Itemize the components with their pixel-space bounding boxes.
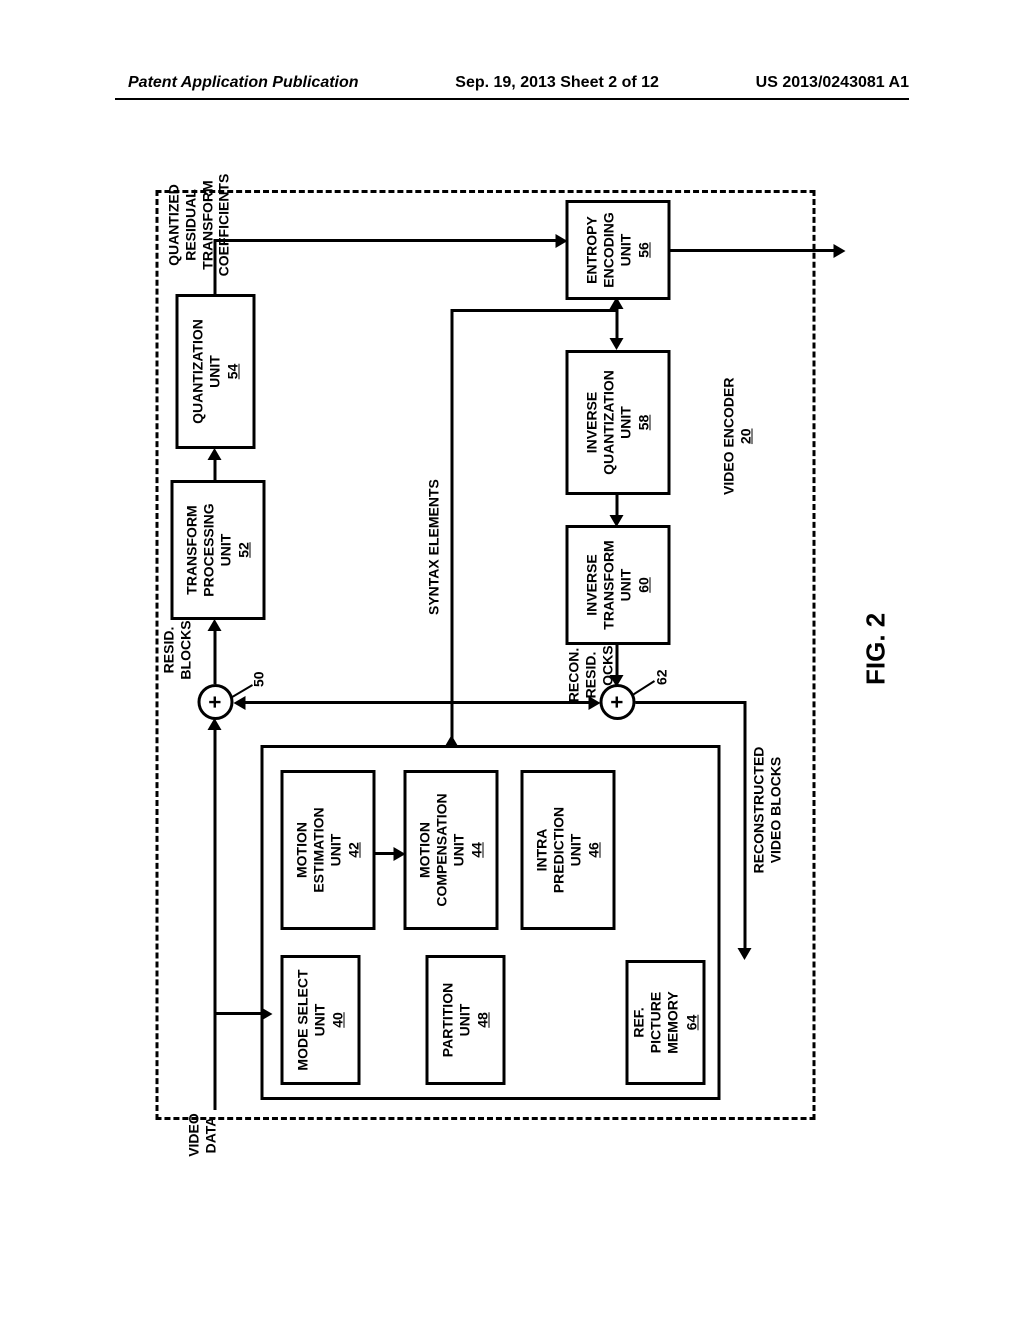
page-header: Patent Application Publication Sep. 19, …	[0, 74, 1024, 92]
line	[450, 309, 615, 312]
intra-prediction-unit-block: INTRA PREDICTION UNIT 46	[520, 770, 615, 930]
block-num: 42	[345, 842, 362, 858]
block-text: TRANSFORM	[183, 505, 200, 594]
arrow-head	[833, 244, 845, 258]
label-resid-blocks: RESID. BLOCKS	[160, 610, 194, 690]
block-num: 58	[635, 415, 652, 431]
arrow-head	[609, 297, 623, 309]
partition-unit-block: PARTITION UNIT 48	[425, 955, 505, 1085]
motion-estimation-unit-block: MOTION ESTIMATION UNIT 42	[280, 770, 375, 930]
block-text: QUANTIZATION	[189, 319, 206, 424]
block-text: UNIT	[617, 234, 634, 267]
header-left: Patent Application Publication	[128, 74, 359, 92]
arrow-input	[213, 730, 216, 1110]
block-text: MOTION	[416, 822, 433, 878]
label-video-data: VIDEO DATA	[185, 1105, 219, 1165]
block-num: 52	[235, 542, 252, 558]
line	[615, 645, 618, 677]
block-text: QUANTIZATION	[600, 370, 617, 475]
line	[375, 852, 395, 855]
block-text: COMPENSATION	[433, 793, 450, 906]
block-text: UNIT	[206, 355, 223, 388]
block-text: TRANSFORM	[600, 540, 617, 629]
label-62: 62	[653, 669, 670, 685]
block-text: UNIT	[311, 1004, 328, 1037]
label-quantized: QUANTIZED RESIDUAL TRANSFORM COEFFICIENT…	[165, 165, 232, 285]
line	[213, 239, 558, 242]
block-text: INVERSE	[583, 392, 600, 453]
block-text: PICTURE	[647, 992, 664, 1053]
block-text: UNIT	[217, 534, 234, 567]
arrow-head	[444, 735, 458, 747]
ref-picture-memory-block: REF. PICTURE MEMORY 64	[625, 960, 705, 1085]
block-text: UNIT	[567, 834, 584, 867]
arrow-head	[207, 619, 221, 631]
block-text: INVERSE	[583, 554, 600, 615]
line	[243, 701, 453, 704]
arrow-head	[588, 696, 600, 710]
block-text: PREDICTION	[550, 807, 567, 893]
block-num: 60	[635, 577, 652, 593]
summer-50: +	[197, 684, 233, 720]
block-num: 48	[474, 1012, 491, 1028]
block-text: REF.	[630, 1007, 647, 1037]
arrow-head	[609, 338, 623, 350]
summer-62: +	[599, 684, 635, 720]
line	[635, 701, 745, 704]
block-num: 46	[585, 842, 602, 858]
header-divider	[115, 98, 909, 100]
block-text: MEMORY	[664, 991, 681, 1053]
line	[670, 249, 835, 252]
arrow-head	[737, 948, 751, 960]
arrow-head	[233, 696, 245, 710]
block-num: 64	[683, 1015, 700, 1031]
block-num: 56	[635, 242, 652, 258]
block-num: 20	[737, 428, 753, 444]
diagram-rotated: VIDEO DATA MODE SELECT UNIT 40 MOTION ES…	[115, 155, 910, 1155]
label-reconstructed: RECONSTRUCTED VIDEO BLOCKS	[750, 720, 784, 900]
line	[213, 239, 216, 294]
block-text: UNIT	[617, 569, 634, 602]
inverse-quantization-unit-block: INVERSE QUANTIZATION UNIT 58	[565, 350, 670, 495]
block-text: UNIT	[456, 1004, 473, 1037]
block-text: UNIT	[327, 834, 344, 867]
entropy-encoding-unit-block: ENTROPY ENCODING UNIT 56	[565, 200, 670, 300]
header-right: US 2013/0243081 A1	[756, 74, 909, 92]
line	[213, 629, 216, 684]
arrow-head	[207, 448, 221, 460]
line	[450, 310, 453, 715]
figure-caption: FIG. 2	[860, 613, 891, 685]
mode-select-unit-block: MODE SELECT UNIT 40	[280, 955, 360, 1085]
diagram-area: VIDEO DATA MODE SELECT UNIT 40 MOTION ES…	[115, 155, 910, 1155]
label-video-encoder: VIDEO ENCODER 20	[720, 378, 754, 495]
line	[450, 701, 590, 704]
block-num: 40	[329, 1012, 346, 1028]
line	[213, 1012, 263, 1015]
block-text: PROCESSING	[200, 503, 217, 596]
block-num: 54	[224, 364, 241, 380]
block-text: UNIT	[450, 834, 467, 867]
inverse-transform-unit-block: INVERSE TRANSFORM UNIT 60	[565, 525, 670, 645]
block-text: VIDEO ENCODER	[720, 378, 736, 495]
quantization-unit-block: QUANTIZATION UNIT 54	[175, 294, 255, 449]
block-text: MOTION	[293, 822, 310, 878]
line	[743, 701, 746, 950]
transform-processing-unit-block: TRANSFORM PROCESSING UNIT 52	[170, 480, 265, 620]
block-text: MODE SELECT	[294, 969, 311, 1070]
block-text: PARTITION	[439, 983, 456, 1057]
header-center: Sep. 19, 2013 Sheet 2 of 12	[455, 74, 659, 92]
block-text: ENCODING	[600, 212, 617, 287]
block-text: INTRA	[533, 829, 550, 872]
motion-compensation-unit-block: MOTION COMPENSATION UNIT 44	[403, 770, 498, 930]
block-text: ESTIMATION	[310, 807, 327, 892]
label-syntax-elements: SYNTAX ELEMENTS	[425, 479, 442, 615]
label-50: 50	[250, 671, 267, 687]
block-text: UNIT	[617, 406, 634, 439]
line	[213, 458, 216, 480]
block-text: ENTROPY	[583, 216, 600, 284]
block-num: 44	[468, 842, 485, 858]
line	[615, 495, 618, 517]
